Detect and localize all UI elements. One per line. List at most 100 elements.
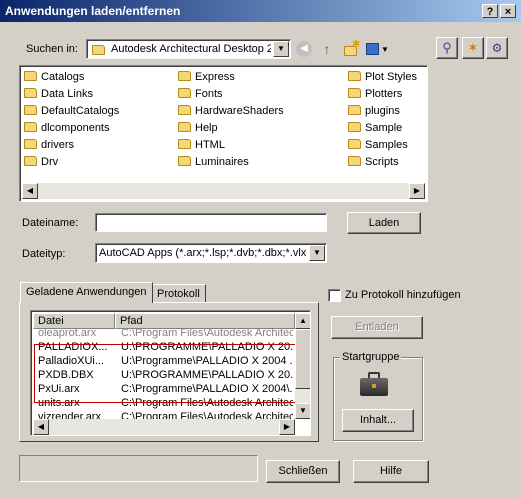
filetype-value: AutoCAD Apps (*.arx;*.lsp;*.dvb;*.dbx;*.… (99, 247, 307, 259)
highlight-box (34, 344, 296, 403)
table-horizontal-scrollbar[interactable] (33, 419, 295, 435)
back-arrow-icon[interactable]: ◀ (296, 41, 312, 57)
folder-icon (178, 156, 191, 167)
file-list-item-label: Express (195, 71, 235, 83)
file-list-item[interactable]: plugins (348, 103, 400, 119)
file-list-item[interactable]: Catalogs (24, 69, 84, 85)
tab-loaded-applications[interactable]: Geladene Anwendungen (20, 282, 153, 303)
filename-label: Dateiname: (22, 217, 79, 229)
file-list-item-label: Data Links (41, 88, 93, 100)
file-list-item-label: Drv (41, 156, 59, 168)
file-list-item[interactable]: Sample (348, 120, 402, 136)
briefcase-icon[interactable] (360, 372, 388, 396)
file-list-item-label: Samples (365, 139, 408, 151)
filename-input[interactable] (95, 213, 327, 232)
folder-icon (348, 71, 361, 82)
file-list-item[interactable]: Plotters (348, 86, 402, 102)
folder-icon (348, 156, 361, 167)
horizontal-scrollbar[interactable] (22, 183, 425, 199)
tab-panel: Datei Pfad oleaprot.arx C:\Program Files\… (19, 302, 319, 442)
filetype-label: Dateityp: (22, 248, 66, 260)
file-list-item-label: Sample (365, 122, 403, 134)
close-button[interactable]: Schließen (266, 460, 340, 483)
scroll-left-icon[interactable]: ◀ (33, 419, 49, 435)
chevron-down-icon[interactable]: ▼ (309, 245, 325, 261)
column-header-path[interactable]: Pfad (115, 313, 295, 329)
file-list-item-label: plugins (365, 105, 400, 117)
file-list-item[interactable]: DefaultCatalogs (24, 103, 119, 119)
load-button[interactable]: Laden (347, 212, 421, 234)
scroll-thumb[interactable] (295, 329, 310, 389)
tools-icon[interactable]: ⚙ (486, 37, 508, 59)
folder-icon (24, 71, 37, 82)
folder-icon (348, 88, 361, 99)
file-list-item[interactable]: Plot Styles (348, 69, 417, 85)
file-list-item-label: Plot Styles (365, 71, 417, 83)
folder-icon (178, 88, 191, 99)
folder-icon (24, 156, 37, 167)
file-list-item-label: Plotters (365, 88, 403, 100)
file-list-item-label: DefaultCatalogs (41, 105, 120, 117)
scroll-right-icon[interactable]: ▶ (279, 419, 295, 435)
folder-icon (92, 45, 105, 55)
folder-icon (178, 139, 191, 150)
search-tool-icon[interactable]: ⚲ (436, 37, 458, 59)
scroll-right-icon[interactable]: ▶ (409, 183, 425, 199)
folder-icon (24, 105, 37, 116)
file-list-item[interactable]: Samples (348, 137, 408, 153)
file-list-item[interactable]: Data Links (24, 86, 93, 102)
folder-icon (348, 105, 361, 116)
file-list-item[interactable]: Scripts (348, 154, 399, 170)
file-list-item[interactable]: Fonts (178, 86, 223, 102)
folder-icon (178, 71, 191, 82)
look-in-value: Autodesk Architectural Desktop 2004 (111, 43, 271, 55)
table-row[interactable]: oleaprot.arx C:\Program Files\Autodesk Ar… (33, 329, 295, 340)
log-checkbox-label[interactable]: Zu Protokoll hinzufügen (345, 289, 461, 301)
chevron-down-icon[interactable]: ▼ (273, 41, 289, 57)
file-list-item[interactable]: Luminaires (178, 154, 249, 170)
window-title: Anwendungen laden/entfernen (5, 4, 181, 18)
close-title-button[interactable]: × (500, 4, 516, 18)
column-header-file[interactable]: Datei (33, 313, 115, 329)
file-list-item-label: Help (195, 122, 218, 134)
file-list-item-label: Scripts (365, 156, 399, 168)
file-list-item[interactable]: Express (178, 69, 235, 85)
applications-table[interactable]: Datei Pfad oleaprot.arx C:\Program Files\… (30, 310, 311, 436)
scroll-up-icon[interactable]: ▲ (295, 313, 310, 329)
file-list-item-label: dlcomponents (41, 122, 110, 134)
folder-icon (24, 122, 37, 133)
file-list-item[interactable]: HTML (178, 137, 225, 153)
help-button[interactable]: Hilfe (353, 460, 429, 483)
favorites-icon[interactable]: ✶ (462, 37, 484, 59)
look-in-label: Suchen in: (26, 43, 78, 55)
scroll-left-icon[interactable]: ◀ (22, 183, 38, 199)
file-list-item[interactable]: Help (178, 120, 218, 136)
file-list-item[interactable]: Drv (24, 154, 58, 170)
look-in-dropdown[interactable]: Autodesk Architectural Desktop 2004 ▼ (86, 39, 291, 59)
contents-button[interactable]: Inhalt... (342, 409, 414, 432)
filetype-dropdown[interactable]: AutoCAD Apps (*.arx;*.lsp;*.dvb;*.dbx;*.… (95, 243, 327, 263)
file-list-item-label: Luminaires (195, 156, 249, 168)
unload-button[interactable]: Entladen (331, 316, 423, 339)
folder-icon (178, 122, 191, 133)
table-cell-path: C:\Program Files\Autodesk Architec... (121, 329, 293, 339)
file-list-item-label: HTML (195, 139, 225, 151)
title-bar: Anwendungen laden/entfernen ? × (0, 0, 521, 22)
log-checkbox[interactable] (328, 289, 341, 302)
help-title-button[interactable]: ? (482, 4, 498, 18)
status-box (19, 455, 258, 482)
file-list-item-label: drivers (41, 139, 75, 151)
scroll-down-icon[interactable]: ▼ (295, 403, 310, 419)
views-menu-icon[interactable]: ▼ (366, 41, 389, 59)
folder-icon (24, 139, 37, 150)
file-list-item-label: HardwareShaders (195, 105, 284, 117)
folder-icon (348, 122, 361, 133)
folder-icon (24, 88, 37, 99)
file-list-item[interactable]: drivers (24, 137, 74, 153)
file-list[interactable]: Catalogs Data Links DefaultCatalogs dlcompo… (19, 65, 428, 202)
file-list-item[interactable]: HardwareShaders (178, 103, 284, 119)
new-folder-icon[interactable]: ✱ (342, 39, 360, 59)
file-list-item[interactable]: dlcomponents (24, 120, 110, 136)
tab-protocol[interactable]: Protokoll (151, 284, 206, 303)
folder-up-icon[interactable]: ↑ (318, 40, 336, 58)
